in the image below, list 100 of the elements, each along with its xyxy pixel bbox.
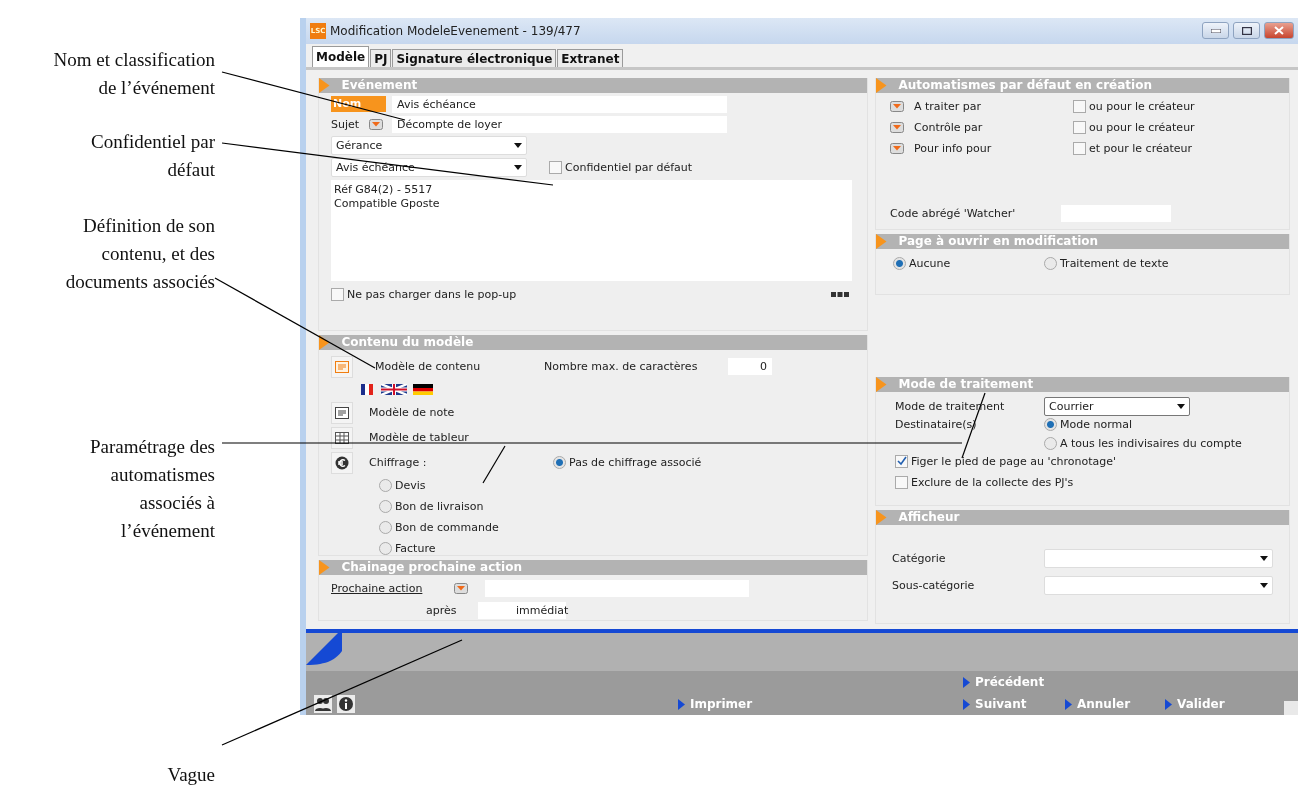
- checkbox[interactable]: [895, 475, 908, 489]
- checkbox[interactable]: [895, 454, 908, 468]
- triangle-icon: [678, 698, 685, 710]
- next-action-link[interactable]: Prochaine action: [331, 582, 448, 596]
- window-title: Modification ModeleEvenement - 139/477: [330, 23, 582, 38]
- checkbox[interactable]: [1073, 142, 1086, 156]
- flag-icon[interactable]: [361, 384, 373, 396]
- triangle-icon: [1065, 698, 1072, 710]
- section-title: Page à ouvrir en modification: [898, 234, 1099, 249]
- checkbox-label: ou pour le créateur: [1089, 121, 1195, 135]
- field-label: Contrôle par: [914, 121, 984, 135]
- radio-button[interactable]: [553, 456, 566, 470]
- radio-label: Mode normal: [1060, 417, 1132, 431]
- checkbox-label: Confidentiel par défaut: [565, 160, 693, 174]
- field-label: Sujet: [331, 117, 361, 131]
- arrow-icon: [876, 376, 887, 392]
- flag-icon[interactable]: [381, 384, 407, 396]
- radio-label: Traitement de texte: [1060, 257, 1169, 271]
- radio-label: Facture: [395, 542, 436, 556]
- radio-button[interactable]: [379, 542, 392, 556]
- arrow-icon: [876, 233, 887, 249]
- radio-button[interactable]: [1044, 436, 1057, 450]
- checkbox-label: ou pour le créateur: [1089, 100, 1195, 114]
- arrow-icon: [876, 509, 887, 525]
- section-title: Chainage prochaine action: [341, 560, 522, 575]
- checkbox-label: et pour le créateur: [1089, 142, 1192, 156]
- caret-icon: [1177, 403, 1185, 409]
- caret-icon: [514, 142, 522, 148]
- dropdown-icon[interactable]: [890, 143, 904, 155]
- radio-button[interactable]: [1044, 257, 1057, 271]
- annotation-text: Nom et classification de l’événement: [52, 48, 215, 100]
- radio-button[interactable]: [379, 521, 392, 535]
- section-title: Contenu du modèle: [341, 335, 474, 350]
- field-label: Modèle de note: [369, 406, 455, 420]
- checkbox[interactable]: [331, 288, 344, 302]
- field-label: Catégorie: [892, 551, 947, 565]
- field-label: A traiter par: [914, 100, 982, 114]
- type-dropdown[interactable]: Avis échéance: [331, 157, 527, 177]
- section-title: Mode de traitement: [898, 377, 1034, 392]
- arrow-icon: [319, 77, 330, 93]
- subject-field[interactable]: Décompte de loyer: [392, 115, 727, 133]
- spreadsheet-icon[interactable]: [331, 426, 353, 449]
- section-title: Automatismes par défaut en création: [898, 78, 1152, 93]
- annotation-text: Vague: [166, 763, 215, 787]
- category-dropdown[interactable]: Gérance: [331, 135, 527, 155]
- field-label: après: [426, 604, 458, 618]
- radio-label: Devis: [395, 479, 426, 493]
- section-title: Afficheur: [898, 510, 960, 525]
- checkbox[interactable]: [1073, 100, 1086, 114]
- description-field[interactable]: Réf G84(2) - 5517 Compatible Gposte: [331, 179, 852, 281]
- checkbox-label: Ne pas charger dans le pop-up: [347, 288, 517, 302]
- radio-button[interactable]: [1044, 417, 1057, 431]
- checkbox[interactable]: [549, 160, 562, 174]
- minimize-icon: [1210, 28, 1221, 33]
- dropdown-icon[interactable]: [369, 118, 383, 130]
- maximize-icon: [1241, 26, 1252, 35]
- delay-field[interactable]: immédiat: [478, 602, 566, 620]
- triangle-icon: [963, 698, 970, 710]
- section-title: Evénement: [341, 78, 418, 93]
- euro-icon[interactable]: [331, 451, 353, 474]
- tab[interactable]: PJ: [370, 48, 392, 67]
- arrow-icon: [319, 559, 330, 575]
- tab[interactable]: Signature électronique: [392, 48, 557, 67]
- dropdown-icon[interactable]: [890, 101, 904, 113]
- checkbox-label: Exclure de la collecte des PJ's: [911, 475, 1074, 489]
- mode-dropdown[interactable]: Courrier: [1044, 396, 1190, 416]
- annotation-text: Confidentiel par défaut: [90, 130, 215, 182]
- annotation-text: Définition de son contenu, et des documents associés: [64, 214, 215, 294]
- field-label: Code abrégé 'Watcher': [890, 207, 1017, 221]
- arrow-icon: [319, 334, 330, 350]
- radio-label: Pas de chiffrage associé: [569, 456, 702, 470]
- people-icon[interactable]: [314, 695, 332, 713]
- tab[interactable]: Modèle: [312, 45, 370, 67]
- dropdown-icon[interactable]: [454, 583, 468, 595]
- checkbox-label: Figer le pied de page au 'chronotage': [911, 454, 1116, 468]
- annotation-text: Paramétrage des automatismes associés à l’événement: [88, 435, 215, 543]
- radio-button[interactable]: [379, 500, 392, 514]
- triangle-icon: [963, 676, 970, 688]
- info-icon[interactable]: [337, 695, 355, 713]
- radio-button[interactable]: [379, 479, 392, 493]
- field-label: Pour info pour: [914, 142, 993, 156]
- dropdown-icon[interactable]: [890, 122, 904, 134]
- close-button[interactable]: [1264, 22, 1294, 40]
- close-icon: [1274, 26, 1284, 36]
- caret-icon: [514, 164, 522, 170]
- text-file-icon[interactable]: [331, 401, 353, 424]
- field-label: Nombre max. de caractères: [544, 360, 699, 374]
- flag-icon[interactable]: [413, 384, 433, 396]
- field-label: Modèle de tableur: [369, 431, 469, 445]
- max-chars-field[interactable]: 0: [728, 358, 772, 376]
- more-icon[interactable]: [831, 292, 849, 298]
- resize-grip[interactable]: [1284, 701, 1298, 715]
- field-label: Sous-catégorie: [892, 578, 976, 592]
- caret-icon: [1260, 582, 1268, 588]
- maximize-button[interactable]: [1233, 22, 1260, 40]
- radio-button[interactable]: [893, 257, 906, 271]
- checkbox[interactable]: [1073, 121, 1086, 135]
- radio-label: Bon de livraison: [395, 500, 484, 514]
- tab[interactable]: Extranet: [557, 48, 624, 67]
- name-field[interactable]: Avis échéance: [392, 95, 727, 113]
